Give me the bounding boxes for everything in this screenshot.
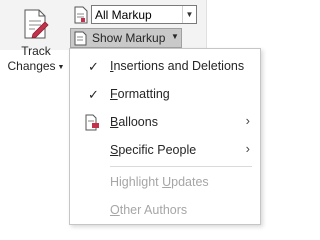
balloons-icon xyxy=(85,114,99,131)
show-markup-menu: ✓ Insertions and Deletions ✓ Formatting … xyxy=(69,48,261,225)
menu-item-label: Formatting xyxy=(110,87,170,101)
menu-item-label: Highlight Updates xyxy=(110,175,209,189)
menu-item-balloons[interactable]: Balloons › xyxy=(70,110,260,134)
menu-item-label: Insertions and Deletions xyxy=(110,59,245,73)
check-icon: ✓ xyxy=(88,59,99,74)
menu-separator xyxy=(110,166,252,167)
show-markup-button[interactable]: Show Markup ▼ xyxy=(70,28,182,48)
show-markup-label: Show Markup xyxy=(92,31,166,45)
chevron-right-icon: › xyxy=(245,113,250,128)
display-for-review-value: All Markup xyxy=(95,8,152,22)
display-for-review-icon xyxy=(74,6,88,24)
menu-item-other-authors: Other Authors xyxy=(70,198,260,222)
menu-item-highlight-updates: Highlight Updates xyxy=(70,170,260,194)
show-markup-icon xyxy=(74,31,87,46)
menu-item-label: Other Authors xyxy=(110,203,188,217)
chevron-down-icon[interactable]: ▼ xyxy=(182,6,196,23)
track-changes-label-line1: Track xyxy=(21,44,51,58)
menu-item-label: Specific People xyxy=(110,143,197,157)
chevron-down-icon: ▼ xyxy=(57,64,65,71)
display-for-review-dropdown[interactable]: All Markup ▼ xyxy=(91,5,197,24)
track-changes-button[interactable]: Track Changes ▼ xyxy=(6,2,66,73)
check-icon: ✓ xyxy=(88,87,99,102)
menu-item-insertions-and-deletions[interactable]: ✓ Insertions and Deletions xyxy=(70,54,260,78)
menu-item-specific-people[interactable]: Specific People › xyxy=(70,138,260,162)
menu-item-formatting[interactable]: ✓ Formatting xyxy=(70,82,260,106)
chevron-right-icon: › xyxy=(245,141,250,156)
track-changes-icon xyxy=(24,9,49,39)
track-changes-label-line2: Changes ▼ xyxy=(7,59,65,73)
menu-item-label: Balloons xyxy=(110,115,158,129)
chevron-down-icon: ▼ xyxy=(171,32,179,41)
ribbon-divider xyxy=(206,0,207,50)
